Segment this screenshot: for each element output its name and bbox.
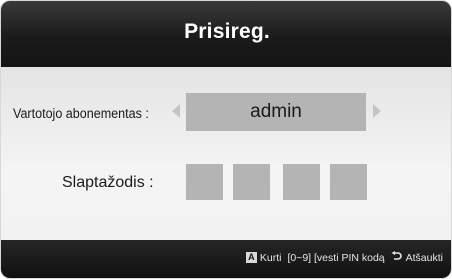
arrow-left-icon[interactable] <box>172 104 180 118</box>
username-value: admin <box>250 101 302 122</box>
create-hint[interactable]: Kurti <box>260 252 282 264</box>
pin-digit-1[interactable] <box>186 164 223 200</box>
return-icon <box>391 251 402 264</box>
hint-row: A Kurti [0~9] [vesti PIN kodą Atšaukti <box>245 251 443 264</box>
arrow-right-icon[interactable] <box>373 104 381 118</box>
pin-digit-2[interactable] <box>233 164 270 200</box>
pin-digit-4[interactable] <box>330 164 367 200</box>
cancel-hint[interactable]: Atšaukti <box>406 252 443 264</box>
a-key-icon: A <box>245 252 257 263</box>
pin-digit-3[interactable] <box>283 164 320 200</box>
dialog-title: Prisireg. <box>184 20 270 43</box>
username-selector[interactable]: admin <box>186 93 366 131</box>
dialog-header: Prisireg. <box>1 1 451 67</box>
username-label: Vartotojo abonementas : <box>13 106 149 121</box>
hint-bar: A Kurti [0~9] [vesti PIN kodą Atšaukti <box>1 240 451 278</box>
login-dialog: Prisireg. Vartotojo abonementas : admin … <box>0 0 452 279</box>
password-label: Slaptažodis : <box>62 174 154 191</box>
enter-pin-hint: [0~9] [vesti PIN kodą <box>287 251 385 264</box>
